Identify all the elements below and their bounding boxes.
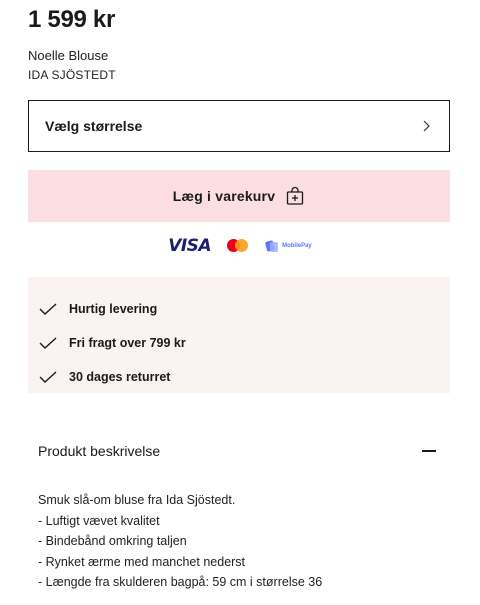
add-to-cart-label: Læg i varekurv — [172, 188, 276, 204]
description-title: Produkt beskrivelse — [38, 443, 161, 459]
payment-methods: VISA MobilePay — [0, 233, 480, 259]
product-price: 1 599 kr — [28, 6, 116, 33]
mastercard-logo — [227, 238, 249, 254]
product-brand: IDA SJÖSTEDT — [28, 68, 116, 82]
benefits-box: Hurtig levering Fri fragt over 799 kr 30… — [28, 277, 450, 393]
benefit-text: 30 dages returret — [69, 370, 171, 384]
description-body: Smuk slå-om bluse fra Ida Sjöstedt. - Lu… — [38, 490, 448, 593]
description-line: Smuk slå-om bluse fra Ida Sjöstedt. — [38, 493, 236, 507]
chevron-right-icon — [423, 120, 430, 132]
add-to-cart-button[interactable]: Læg i varekurv — [28, 170, 450, 222]
bag-plus-icon — [287, 186, 304, 205]
description-line: - Luftigt vævet kvalitet — [38, 513, 160, 528]
size-select[interactable]: Vælg størrelse — [28, 100, 450, 152]
check-icon — [39, 337, 57, 349]
description-line: - Rynket ærme med manchet nederst — [38, 554, 246, 569]
minus-icon — [422, 450, 436, 452]
visa-logo: VISA — [168, 236, 212, 256]
description-line: - Bindebånd omkring taljen — [38, 534, 187, 548]
size-select-label: Vælg størrelse — [45, 118, 143, 134]
benefit-text: Fri fragt over 799 kr — [69, 336, 186, 350]
benefit-text: Hurtig levering — [69, 302, 158, 316]
benefit-item: Fri fragt over 799 kr — [28, 326, 450, 360]
description-line: - Længde fra skulderen bagpå: 59 cm i st… — [38, 575, 323, 589]
check-icon — [39, 371, 57, 383]
benefit-item: 30 dages returret — [28, 360, 450, 394]
mobilepay-logo: MobilePay — [265, 239, 312, 253]
benefit-item: Hurtig levering — [28, 292, 450, 326]
description-accordion-header[interactable]: Produkt beskrivelse — [28, 437, 450, 465]
check-icon — [39, 303, 57, 315]
product-name: Noelle Blouse — [28, 48, 109, 63]
